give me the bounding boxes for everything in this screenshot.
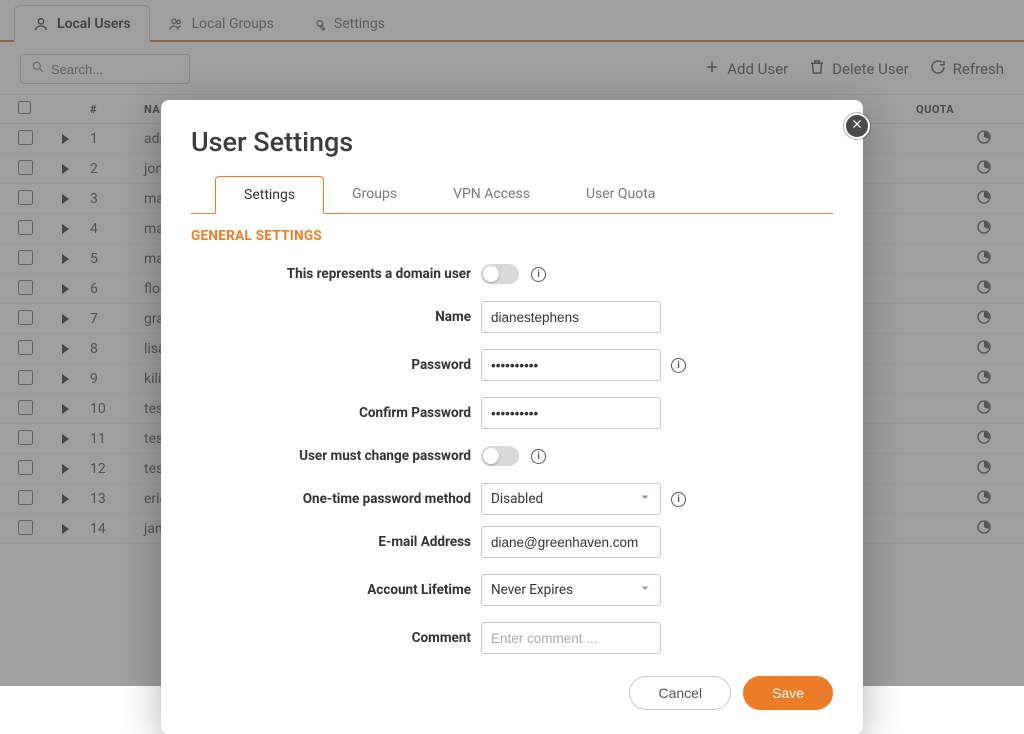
dialog-tabs: Settings Groups VPN Access User Quota bbox=[191, 176, 833, 214]
dialog-title: User Settings bbox=[191, 126, 833, 158]
info-icon[interactable]: i bbox=[671, 492, 686, 507]
chevron-down-icon bbox=[639, 491, 651, 507]
info-icon[interactable]: i bbox=[531, 267, 546, 282]
input-comment[interactable] bbox=[481, 622, 661, 654]
label-must-change: User must change password bbox=[191, 448, 471, 464]
toggle-domain-user[interactable] bbox=[481, 264, 519, 284]
section-title: GENERAL SETTINGS bbox=[191, 228, 833, 244]
label-password: Password bbox=[191, 357, 471, 373]
label-domain-user: This represents a domain user bbox=[191, 266, 471, 282]
select-lifetime-value: Never Expires bbox=[491, 582, 573, 598]
label-email: E-mail Address bbox=[191, 534, 471, 550]
input-email[interactable] bbox=[481, 526, 661, 558]
label-name: Name bbox=[191, 309, 471, 325]
info-icon[interactable]: i bbox=[671, 358, 686, 373]
dialog-tab-settings[interactable]: Settings bbox=[215, 176, 324, 214]
cancel-button[interactable]: Cancel bbox=[629, 676, 731, 710]
dialog-tab-vpn[interactable]: VPN Access bbox=[425, 176, 558, 213]
chevron-down-icon bbox=[639, 582, 651, 598]
dialog-tab-user-quota[interactable]: User Quota bbox=[558, 176, 683, 213]
select-account-lifetime[interactable]: Never Expires bbox=[481, 574, 661, 606]
select-otp-value: Disabled bbox=[491, 491, 543, 507]
input-confirm-password[interactable] bbox=[481, 397, 661, 429]
label-confirm-password: Confirm Password bbox=[191, 405, 471, 421]
settings-form: This represents a domain user i Name Pas… bbox=[191, 254, 833, 658]
modal-overlay: User Settings Settings Groups VPN Access… bbox=[0, 0, 1024, 686]
user-settings-dialog: User Settings Settings Groups VPN Access… bbox=[161, 100, 863, 734]
label-comment: Comment bbox=[191, 630, 471, 646]
input-password[interactable] bbox=[481, 349, 661, 381]
toggle-must-change-password[interactable] bbox=[481, 446, 519, 466]
label-account-lifetime: Account Lifetime bbox=[191, 582, 471, 598]
close-icon bbox=[851, 118, 863, 134]
info-icon[interactable]: i bbox=[531, 449, 546, 464]
save-button[interactable]: Save bbox=[743, 676, 833, 710]
label-otp-method: One-time password method bbox=[191, 491, 471, 507]
input-name[interactable] bbox=[481, 301, 661, 333]
select-otp-method[interactable]: Disabled bbox=[481, 483, 661, 515]
dialog-close-button[interactable] bbox=[844, 113, 870, 139]
dialog-tab-groups[interactable]: Groups bbox=[324, 176, 425, 213]
